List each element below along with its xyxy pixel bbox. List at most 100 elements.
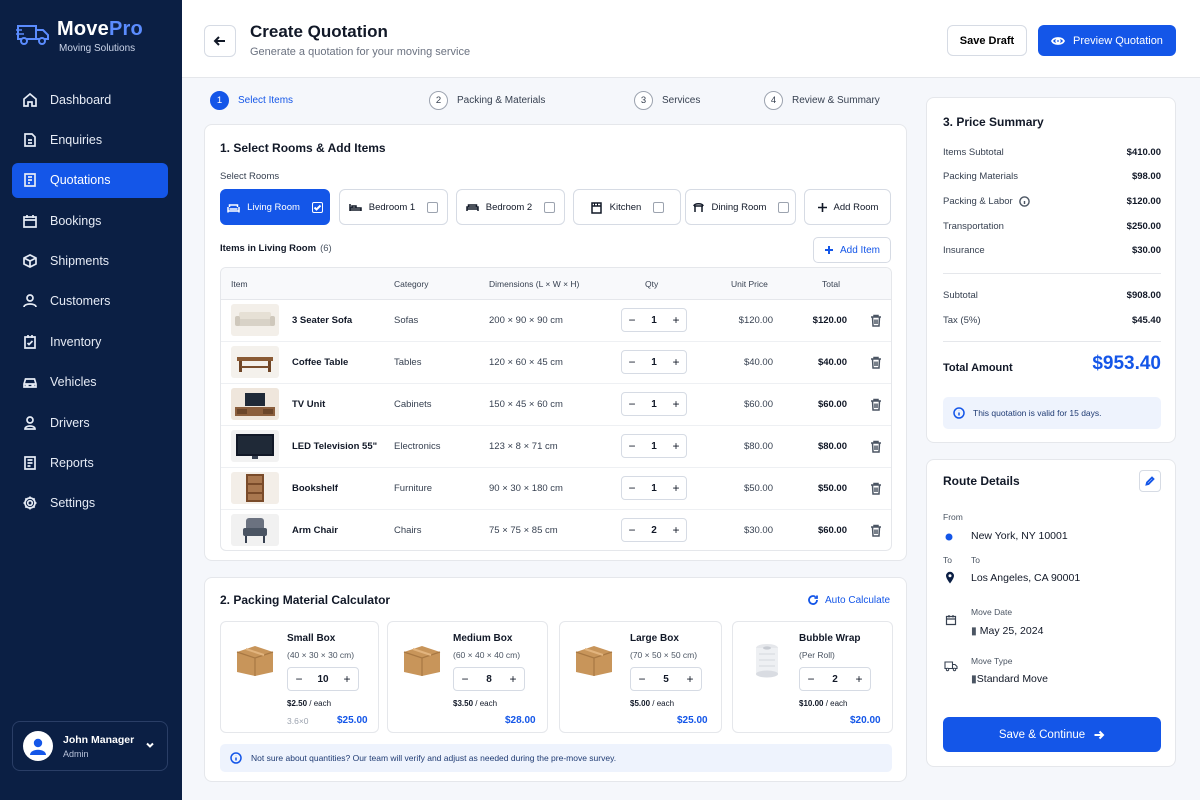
quantity-stepper: −10 + [287,667,359,691]
quantity-value[interactable]: 8 [476,674,502,685]
table-row[interactable]: 3 Seater Sofa Sofas 200 × 90 × 90 cm −1 +… [221,300,891,342]
save-draft-button[interactable]: Save Draft [947,25,1027,56]
item-category: Tables [394,357,422,368]
sidebar-item-shipments[interactable]: Shipments [12,244,168,279]
room-living-room[interactable]: Living Room [220,189,330,225]
sidebar-item-dashboard[interactable]: Dashboard [12,82,168,117]
quantity-value[interactable]: 1 [642,357,666,368]
add-room-button[interactable]: Add Room [804,189,891,225]
edit-route-button[interactable] [1139,470,1161,492]
sidebar-item-inventory[interactable]: Inventory [12,324,168,359]
room-bedroom-2[interactable]: Bedroom 2 [456,189,565,225]
brand[interactable]: MovePro Moving Solutions [16,18,143,54]
trash-icon[interactable] [870,314,882,327]
table-row[interactable]: Bookshelf Furniture 90 × 30 × 180 cm −1 +… [221,468,891,510]
sidebar-item-customers[interactable]: Customers [12,284,168,319]
step-services[interactable]: 3 Services [634,91,700,110]
increment-button[interactable]: + [666,481,686,495]
decrement-button[interactable]: − [800,672,822,686]
packing-unit-price: $2.50 / each [287,699,332,708]
decrement-button[interactable]: − [622,397,642,411]
quantity-value[interactable]: 5 [653,674,679,685]
chevron-down-icon[interactable] [145,740,155,750]
section-title: 3. Price Summary [943,115,1044,129]
item-dimensions: 123 × 8 × 71 cm [489,441,558,452]
room-checkbox[interactable] [653,201,665,213]
room-checkbox[interactable] [427,201,439,213]
user-role: Admin [63,748,89,759]
table-row[interactable]: TV Unit Cabinets 150 × 45 × 60 cm −1 + $6… [221,384,891,426]
save-continue-button[interactable]: Save & Continue [943,717,1161,752]
trash-icon[interactable] [870,398,882,411]
increment-button[interactable]: + [666,355,686,369]
item-total: $80.00 [817,441,847,452]
decrement-button[interactable]: − [622,313,642,327]
room-checkbox[interactable] [544,201,556,213]
item-dimensions: 120 × 60 × 45 cm [489,357,563,368]
preview-quotation-button[interactable]: Preview Quotation [1038,25,1176,56]
sidebar-item-reports[interactable]: Reports [12,446,168,481]
user-menu[interactable]: John Manager Admin [12,721,168,771]
increment-button[interactable]: + [666,439,686,453]
quantity-value[interactable]: 10 [310,674,336,685]
room-bedroom-1[interactable]: Bedroom 1 [339,189,448,225]
increment-button[interactable]: + [848,672,870,686]
page-subtitle: Generate a quotation for your moving ser… [250,46,471,58]
sidebar-item-bookings[interactable]: Bookings [12,203,168,238]
quantity-value[interactable]: 2 [642,525,666,536]
increment-button[interactable]: + [666,313,686,327]
packing-item-total: $28.00 [505,715,536,726]
decrement-button[interactable]: − [622,355,642,369]
room-checkbox[interactable] [778,201,790,213]
decrement-button[interactable]: − [622,523,642,537]
sidebar-item-vehicles[interactable]: Vehicles [12,365,168,400]
decrement-button[interactable]: − [631,672,653,686]
sidebar-item-quotations[interactable]: Quotations [12,162,168,198]
add-item-button[interactable]: Add Item [813,237,891,263]
increment-button[interactable]: + [336,672,358,686]
room-kitchen[interactable]: Kitchen [573,189,681,225]
trash-icon[interactable] [870,482,882,495]
table-row[interactable]: LED Television 55" Electronics 123 × 8 ×… [221,426,891,468]
table-row[interactable]: Arm Chair Chairs 75 × 75 × 85 cm −2 + $30… [221,510,891,550]
packing-item-total: $25.00 [337,715,368,726]
packing-item-dimensions: (60 × 40 × 40 cm) [453,650,521,660]
trash-icon[interactable] [870,440,882,453]
sidebar-item-enquiries[interactable]: Enquiries [12,122,168,157]
items-count: (6) [320,243,332,254]
decrement-button[interactable]: − [622,481,642,495]
sidebar-item-label: Shipments [50,254,110,269]
back-button[interactable] [204,25,236,57]
decrement-button[interactable]: − [622,439,642,453]
step-packing-materials[interactable]: 2 Packing & Materials [429,91,545,110]
price-row-insurance: Insurance $30.00 [943,245,1161,256]
decrement-button[interactable]: − [454,672,476,686]
info-icon[interactable] [1018,196,1030,207]
room-checkbox[interactable] [311,201,323,213]
sidebar-item-settings[interactable]: Settings [12,486,168,521]
increment-button[interactable]: + [502,672,524,686]
increment-button[interactable]: + [666,397,686,411]
divider [943,273,1161,274]
increment-button[interactable]: + [666,523,686,537]
step-review-summary[interactable]: 4 Review & Summary [764,91,880,110]
trash-icon[interactable] [870,356,882,369]
plus-icon [817,202,827,212]
room-dining-room[interactable]: Dining Room [685,189,796,225]
decrement-button[interactable]: − [288,672,310,686]
table-row[interactable]: Coffee Table Tables 120 × 60 × 45 cm −1 +… [221,342,891,384]
auto-calculate-button[interactable]: Auto Calculate [807,594,890,606]
cardboard-box-icon [236,646,274,676]
quantity-value[interactable]: 1 [642,483,666,494]
increment-button[interactable]: + [679,672,701,686]
price-row-subtotal: Subtotal $908.00 [943,290,1161,301]
quantity-value[interactable]: 1 [642,315,666,326]
sidebar-item-drivers[interactable]: Drivers [12,405,168,440]
step-label: Select Items [238,95,294,106]
room-label: Dining Room [711,201,767,213]
quantity-value[interactable]: 1 [642,399,666,410]
trash-icon[interactable] [870,524,882,537]
step-select-items[interactable]: 1 Select Items [210,91,293,110]
quantity-value[interactable]: 1 [642,441,666,452]
quantity-value[interactable]: 2 [822,674,848,685]
